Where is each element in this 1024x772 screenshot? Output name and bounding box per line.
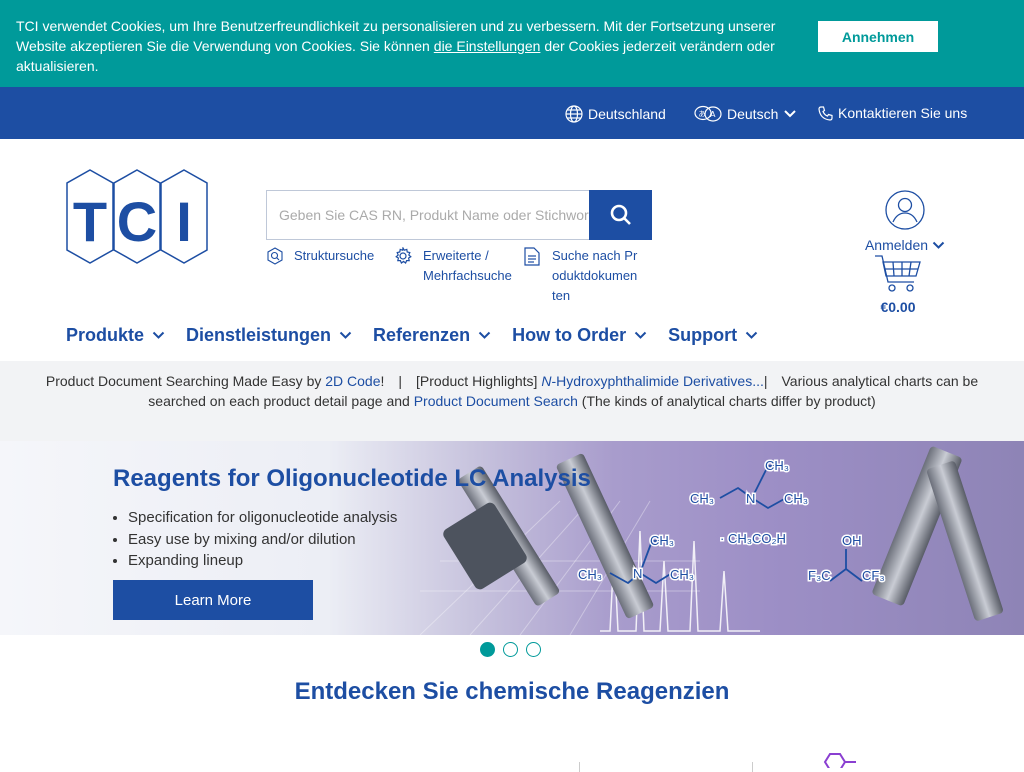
hero-bullet: Specification for oligonucleotide analys…	[128, 507, 397, 529]
language-selector[interactable]: あ A Deutsch	[694, 105, 797, 123]
svg-text:· CH₃CO₂H: · CH₃CO₂H	[720, 531, 786, 546]
gear-icon	[395, 247, 412, 264]
section-title: Entdecken Sie chemische Reagenzien	[294, 678, 730, 705]
svg-text:CF₃: CF₃	[862, 568, 885, 583]
hero-banner: CH₃ CH₃ N CH₃ · CH₃CO₂H CH₃ CH₃ N CH₃ OH…	[0, 441, 1024, 635]
category-divider	[752, 762, 753, 772]
carousel-dot-2[interactable]	[503, 642, 518, 657]
logo-letter-i: I	[176, 190, 192, 253]
svg-text:CH₃: CH₃	[765, 458, 789, 473]
globe-icon	[565, 105, 583, 123]
structure-search-icon	[267, 247, 283, 265]
document-icon	[524, 247, 540, 266]
svg-text:N: N	[746, 491, 755, 506]
product-highlights-link[interactable]: N-Hydroxyphthalimide Derivatives...	[541, 373, 764, 389]
product-document-search-link[interactable]: Product Document Search	[414, 393, 578, 409]
phone-icon	[818, 105, 833, 121]
carousel-dots	[480, 642, 541, 657]
search-button[interactable]	[589, 190, 652, 240]
chevron-down-icon	[478, 331, 491, 339]
svg-text:CH₃: CH₃	[578, 567, 602, 582]
svg-text:CH₃: CH₃	[690, 491, 714, 506]
svg-text:CH₃: CH₃	[670, 567, 694, 582]
contact-link[interactable]: Kontaktieren Sie uns	[818, 105, 967, 121]
login-link[interactable]: Anmelden	[862, 190, 948, 253]
svg-text:あ: あ	[699, 110, 706, 118]
nav-dienstleistungen[interactable]: Dienstleistungen	[186, 325, 352, 346]
carousel-dot-1[interactable]	[480, 642, 495, 657]
svg-text:A: A	[710, 110, 716, 119]
tci-logo[interactable]: T C I	[66, 169, 208, 264]
cart-link[interactable]: €0.00	[872, 254, 924, 315]
country-selector[interactable]: Deutschland	[565, 105, 666, 123]
logo-letter-t: T	[73, 190, 107, 253]
category-divider	[579, 762, 580, 772]
hero-bullet: Easy use by mixing and/or dilution	[128, 529, 397, 551]
search-box	[266, 190, 652, 240]
nav-support[interactable]: Support	[668, 325, 758, 346]
announcement-text: Product Document Searching Made Easy by …	[45, 373, 979, 409]
nav-how-to-order[interactable]: How to Order	[512, 325, 647, 346]
announcement-bar: Product Document Searching Made Easy by …	[0, 361, 1024, 441]
chevron-down-icon	[932, 241, 945, 249]
search-icon	[610, 204, 631, 225]
learn-more-button[interactable]: Learn More	[113, 580, 313, 620]
svg-text:CH₃: CH₃	[784, 491, 808, 506]
cookie-text: TCI verwendet Cookies, um Ihre Benutzerf…	[16, 18, 776, 74]
svg-text:F₃C: F₃C	[808, 568, 831, 583]
chevron-down-icon	[745, 331, 758, 339]
2d-code-link[interactable]: 2D Code	[325, 373, 380, 389]
cookie-settings-link[interactable]: die Einstellungen	[434, 38, 541, 54]
svg-text:CH₃: CH₃	[650, 533, 674, 548]
logo-letter-c: C	[117, 190, 157, 253]
nav-referenzen[interactable]: Referenzen	[373, 325, 491, 346]
cookie-banner: TCI verwendet Cookies, um Ihre Benutzerf…	[0, 0, 1024, 87]
svg-text:OH: OH	[842, 533, 862, 548]
svg-text:N: N	[633, 566, 642, 581]
accept-cookies-button[interactable]: Annehmen	[818, 21, 938, 52]
chevron-down-icon	[152, 331, 165, 339]
molecule-icon	[823, 753, 856, 768]
hero-bullet-list: Specification for oligonucleotide analys…	[128, 507, 397, 572]
main-nav: Produkte Dienstleistungen Referenzen How…	[66, 325, 779, 346]
cart-icon	[875, 255, 921, 292]
chevron-down-icon	[634, 331, 647, 339]
hero-bullet: Expanding lineup	[128, 550, 397, 572]
search-input[interactable]	[267, 191, 589, 239]
top-bar: Deutschland あ A Deutsch Kontaktieren Sie…	[0, 87, 1024, 139]
hero-title: Reagents for Oligonucleotide LC Analysis	[113, 465, 591, 492]
chevron-down-icon	[784, 110, 797, 118]
chevron-down-icon	[339, 331, 352, 339]
nav-produkte[interactable]: Produkte	[66, 325, 165, 346]
language-icon: あ A	[694, 105, 722, 122]
carousel-dot-3[interactable]	[526, 642, 541, 657]
user-icon	[885, 190, 925, 230]
